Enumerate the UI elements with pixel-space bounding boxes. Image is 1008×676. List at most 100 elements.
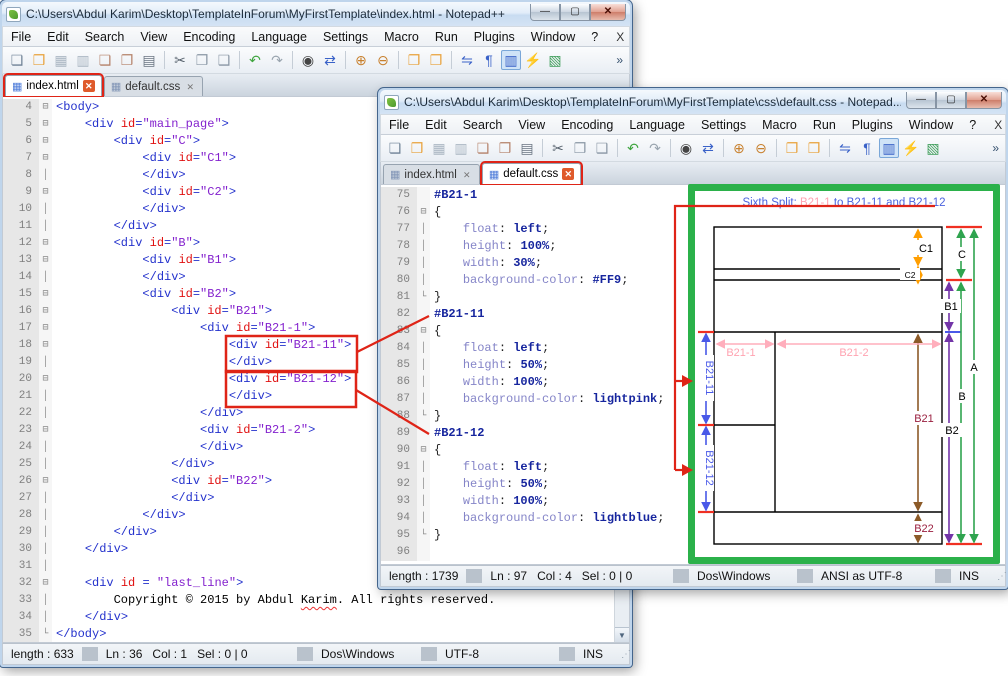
indent-guide-icon[interactable]: ▥ [879,138,899,158]
tab-close-icon[interactable]: ✕ [83,80,95,92]
menu-window[interactable]: Window [901,115,961,134]
find-icon[interactable]: ◉ [298,50,318,70]
fold-margin[interactable]: │ [39,456,52,473]
menu-macro[interactable]: Macro [754,115,805,134]
toolbar-overflow-chevron[interactable]: » [992,141,1001,155]
fold-margin[interactable]: │ [417,374,430,391]
fold-margin[interactable]: ⊟ [417,204,430,221]
indent-guide-icon[interactable]: ▥ [501,50,521,70]
fold-margin[interactable]: └ [39,626,52,642]
fold-margin[interactable]: ⊟ [39,371,52,388]
zoom-in-icon[interactable]: ⊕ [729,138,749,158]
fold-margin[interactable]: │ [39,354,52,371]
menu-language[interactable]: Language [621,115,693,134]
save-icon[interactable]: ▦ [51,50,71,70]
fold-margin[interactable]: └ [417,289,430,306]
fold-margin[interactable]: │ [39,609,52,626]
close-button[interactable]: ✕ [590,4,626,21]
open-folder-icon[interactable]: ❒ [407,138,427,158]
maximize-button[interactable]: ▢ [936,92,966,109]
zoom-out-icon[interactable]: ⊖ [751,138,771,158]
fold-margin[interactable] [417,544,430,561]
fold-margin[interactable]: │ [39,218,52,235]
fold-margin[interactable]: │ [39,558,52,575]
titlebar[interactable]: C:\Users\Abdul Karim\Desktop\TemplateInF… [380,90,1006,114]
fold-margin[interactable]: ⊟ [39,422,52,439]
fold-margin[interactable]: ⊟ [39,235,52,252]
fold-margin[interactable]: ⊟ [39,575,52,592]
print-icon[interactable]: ▤ [139,50,159,70]
fold-margin[interactable]: │ [417,238,430,255]
word-wrap-icon[interactable]: ⇋ [835,138,855,158]
open-folder-icon[interactable]: ❒ [29,50,49,70]
fold-margin[interactable]: │ [39,201,52,218]
close-button[interactable]: ✕ [966,92,1002,109]
fold-margin[interactable]: │ [417,255,430,272]
fold-margin[interactable]: │ [417,493,430,510]
menu-edit[interactable]: Edit [417,115,455,134]
show-all-characters-icon[interactable]: ¶ [857,138,877,158]
resize-grip[interactable]: ⋰ [613,649,629,660]
tab-default-css[interactable]: ▦default.css✕ [482,163,581,184]
fold-margin[interactable]: │ [39,439,52,456]
fold-margin[interactable]: └ [417,527,430,544]
fold-margin[interactable]: ⊟ [417,442,430,459]
fold-margin[interactable]: └ [417,408,430,425]
menu-run[interactable]: Run [805,115,844,134]
menu-plugins[interactable]: Plugins [466,27,523,46]
fold-margin[interactable] [417,187,430,204]
fold-margin[interactable]: │ [417,357,430,374]
replace-icon[interactable]: ⇄ [698,138,718,158]
maximize-button[interactable]: ▢ [560,4,590,21]
document-map-icon[interactable]: ▧ [545,50,565,70]
find-icon[interactable]: ◉ [676,138,696,158]
fold-margin[interactable]: │ [417,476,430,493]
fold-margin[interactable]: │ [417,510,430,527]
toolbar-overflow-chevron[interactable]: » [616,53,625,67]
fold-margin[interactable]: │ [39,405,52,422]
undo-icon[interactable]: ↶ [245,50,265,70]
word-wrap-icon[interactable]: ⇋ [457,50,477,70]
tab-default-css[interactable]: ▦default.css✕ [104,76,203,96]
paste-icon[interactable]: ❑ [592,138,612,158]
fold-margin[interactable]: ⊟ [39,99,52,116]
close-document-icon[interactable]: ❏ [473,138,493,158]
fold-margin[interactable]: ⊟ [39,184,52,201]
fold-margin[interactable]: │ [417,391,430,408]
fold-margin[interactable]: │ [39,592,52,609]
function-list-icon[interactable]: ⚡ [901,138,921,158]
tab-index-html[interactable]: ▦index.html✕ [383,164,480,184]
close-document-x[interactable]: X [984,118,1008,132]
cut-icon[interactable]: ✂ [170,50,190,70]
menu-search[interactable]: Search [455,115,511,134]
menu-macro[interactable]: Macro [376,27,427,46]
show-all-characters-icon[interactable]: ¶ [479,50,499,70]
zoom-in-icon[interactable]: ⊕ [351,50,371,70]
zoom-out-icon[interactable]: ⊖ [373,50,393,70]
document-map-icon[interactable]: ▧ [923,138,943,158]
fold-margin[interactable]: ⊟ [417,323,430,340]
close-all-documents-icon[interactable]: ❐ [495,138,515,158]
fold-margin[interactable]: ⊟ [39,337,52,354]
fold-margin[interactable]: ⊟ [39,303,52,320]
menu-settings[interactable]: Settings [693,115,754,134]
menu-file[interactable]: File [381,115,417,134]
scroll-down-button[interactable]: ▼ [615,627,629,642]
menu-encoding[interactable]: Encoding [553,115,621,134]
titlebar[interactable]: C:\Users\Abdul Karim\Desktop\TemplateInF… [2,2,630,26]
fold-margin[interactable] [417,425,430,442]
close-all-documents-icon[interactable]: ❐ [117,50,137,70]
sync-horizontal-scroll-icon[interactable]: ❐ [804,138,824,158]
fold-margin[interactable]: ⊟ [39,133,52,150]
save-all-icon[interactable]: ▥ [451,138,471,158]
tab-close-icon[interactable]: ✕ [461,169,473,181]
minimize-button[interactable]: — [530,4,560,21]
menu-encoding[interactable]: Encoding [175,27,243,46]
fold-margin[interactable]: │ [39,269,52,286]
tab-close-icon[interactable]: ✕ [184,81,196,93]
copy-icon[interactable]: ❐ [192,50,212,70]
tab-close-icon[interactable]: ✕ [562,168,574,180]
fold-margin[interactable]: │ [417,272,430,289]
undo-icon[interactable]: ↶ [623,138,643,158]
fold-margin[interactable]: │ [39,507,52,524]
